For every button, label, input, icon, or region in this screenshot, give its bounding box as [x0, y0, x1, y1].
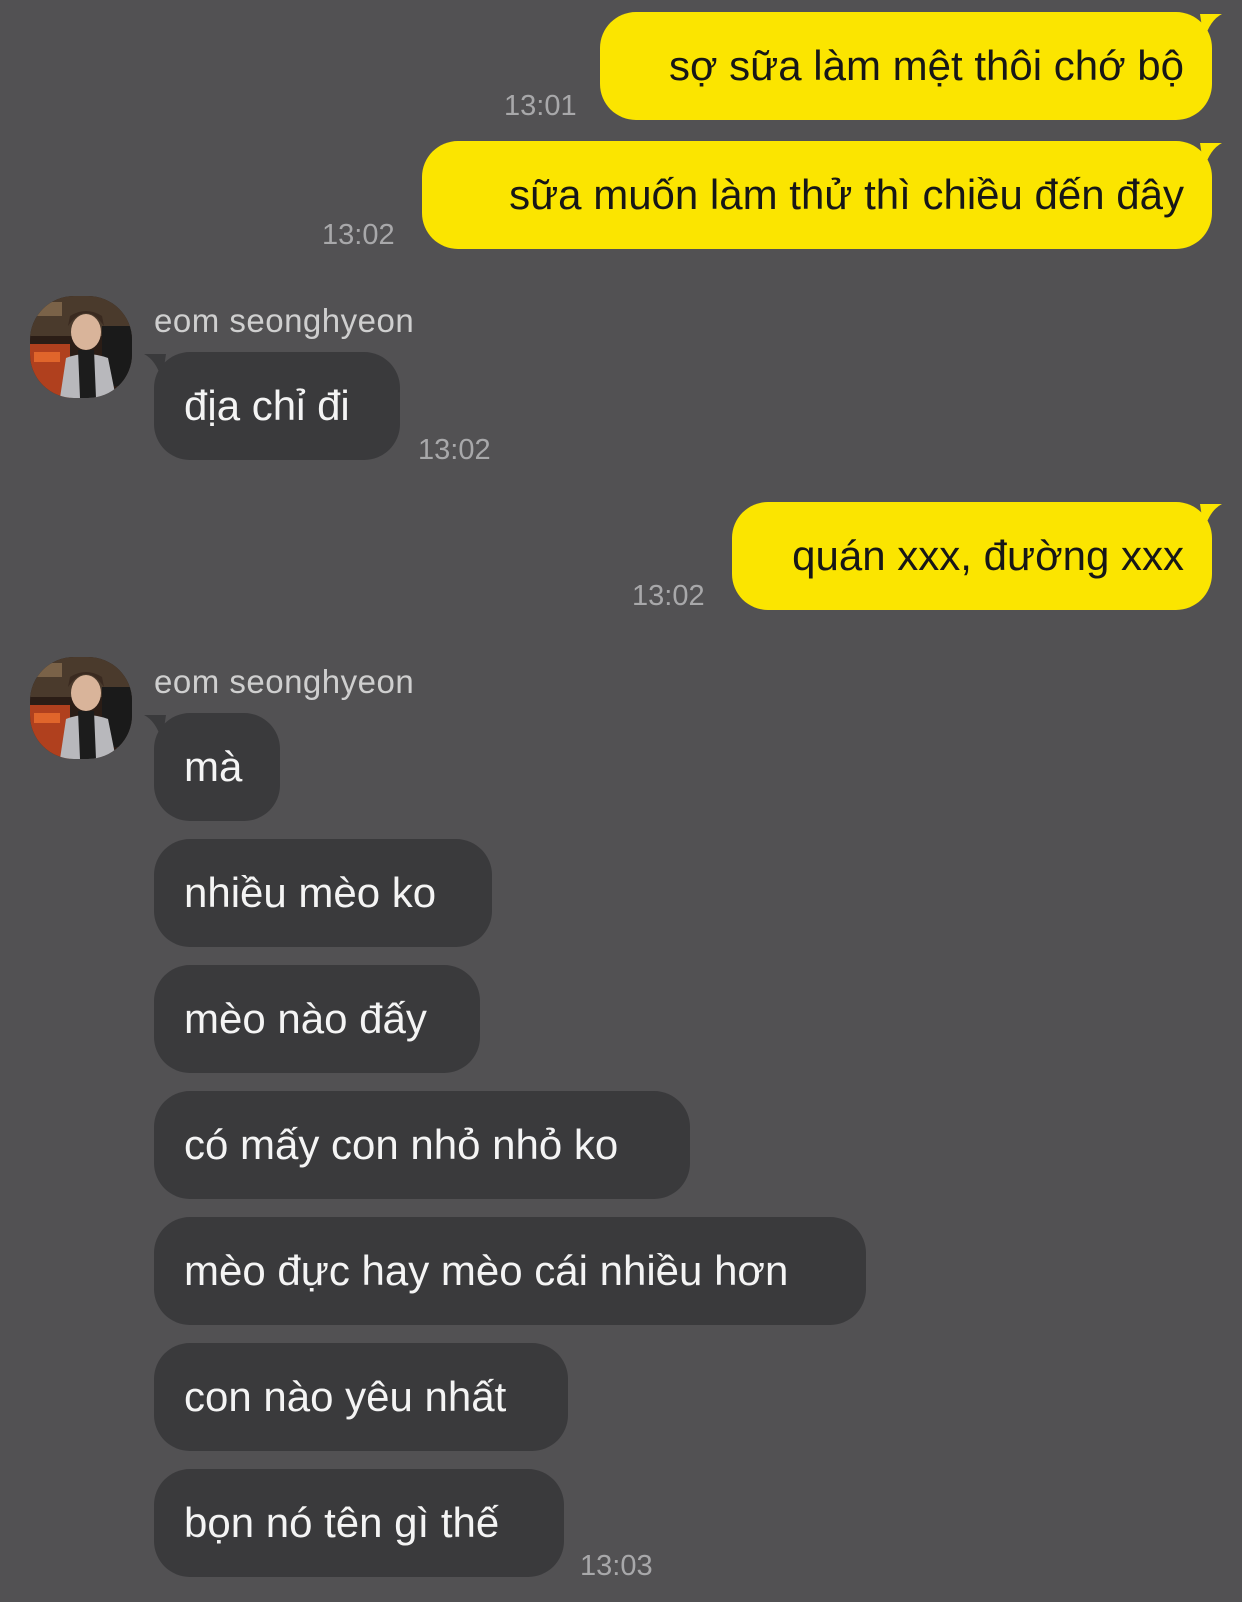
avatar-photo	[30, 657, 132, 759]
message-time: 13:03	[580, 1550, 653, 1582]
their-message-bubble[interactable]: bọn nó tên gì thế	[154, 1469, 564, 1577]
their-message-bubble[interactable]: con nào yêu nhất	[154, 1343, 568, 1451]
message-text: con nào yêu nhất	[184, 1373, 507, 1420]
contact-avatar[interactable]	[30, 657, 132, 759]
message-text: nhiều mèo ko	[184, 869, 437, 916]
contact-avatar[interactable]	[30, 296, 132, 398]
message-text: mèo nào đấy	[184, 995, 427, 1042]
sender-name: eom seonghyeon	[154, 302, 415, 339]
bubble-tail	[1200, 14, 1222, 40]
bubble-tail	[1200, 143, 1222, 169]
their-message-bubble[interactable]: địa chỉ đi	[154, 352, 400, 460]
their-message-bubble[interactable]: nhiều mèo ko	[154, 839, 492, 947]
their-message-bubble[interactable]: mèo đực hay mèo cái nhiều hơn	[154, 1217, 866, 1325]
message-time: 13:02	[322, 219, 395, 251]
message-text: địa chỉ đi	[184, 382, 350, 429]
chat-log[interactable]: sợ sữa làm mệt thôi chớ bộ 13:01 sữa muố…	[0, 0, 1242, 1602]
my-message-bubble[interactable]: quán xxx, đường xxx	[732, 502, 1212, 610]
their-message-bubble[interactable]: có mấy con nhỏ nhỏ ko	[154, 1091, 690, 1199]
their-message-bubble[interactable]: mèo nào đấy	[154, 965, 480, 1073]
message-text: có mấy con nhỏ nhỏ ko	[184, 1121, 619, 1168]
message-time: 13:01	[504, 90, 577, 122]
sender-name: eom seonghyeon	[154, 663, 415, 700]
avatar-photo	[30, 296, 132, 398]
their-message-bubble[interactable]: mà	[154, 713, 280, 821]
message-text: mèo đực hay mèo cái nhiều hơn	[184, 1247, 789, 1294]
my-message-bubble[interactable]: sữa muốn làm thử thì chiều đến đây	[422, 141, 1212, 249]
bubble-tail	[1200, 504, 1222, 530]
message-text: sữa muốn làm thử thì chiều đến đây	[509, 171, 1184, 218]
my-message-bubble[interactable]: sợ sữa làm mệt thôi chớ bộ	[600, 12, 1212, 120]
message-time: 13:02	[418, 434, 491, 466]
message-time: 13:02	[632, 580, 705, 612]
message-text: bọn nó tên gì thế	[184, 1499, 500, 1546]
message-text: sợ sữa làm mệt thôi chớ bộ	[668, 42, 1184, 89]
message-text: mà	[184, 743, 243, 790]
message-text: quán xxx, đường xxx	[792, 532, 1184, 579]
